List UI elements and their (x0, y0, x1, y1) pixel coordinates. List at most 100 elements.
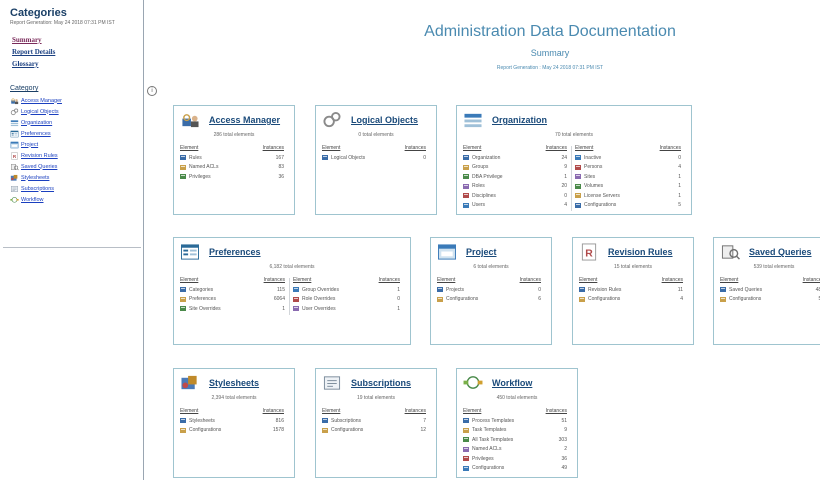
sidebar-item-workflow[interactable]: Workflow (10, 194, 62, 205)
element-icon (180, 164, 186, 170)
sidebar-item-stylesheets[interactable]: Stylesheets (10, 172, 62, 183)
element-count: 0 (678, 154, 681, 161)
table-row[interactable]: Configurations 49 (463, 464, 567, 474)
element-name: Configurations (472, 465, 505, 472)
element-icon (463, 202, 469, 208)
sidebar-item-label: Workflow (21, 196, 44, 203)
instances-column-header: Instances (519, 277, 541, 283)
table-row[interactable]: Roles 20 (463, 182, 567, 192)
info-icon[interactable]: i (147, 86, 157, 96)
sidebar-item-access-manager[interactable]: Access Manager (10, 95, 62, 106)
sidebar-item-project[interactable]: Project (10, 139, 62, 150)
element-icon (575, 202, 581, 208)
instances-column-header: Instances (404, 408, 426, 414)
table-row[interactable]: Privileges 36 (463, 454, 567, 464)
element-name: Inactive (584, 154, 602, 161)
table-row[interactable]: Group Overrides 1 (293, 285, 400, 295)
element-icon (437, 296, 443, 302)
sidebar-item-label: Saved Queries (21, 163, 58, 170)
element-column-header: Element (293, 277, 312, 283)
card-access-manager: Access Manager 286 total elements Element I… (173, 105, 295, 215)
element-name: Saved Queries (729, 286, 763, 293)
table-row[interactable]: Role Overrides 0 (293, 295, 400, 305)
element-icon (463, 418, 469, 424)
element-name: Group Overrides (302, 286, 339, 293)
instances-column-header: Instances (661, 277, 683, 283)
table-row[interactable]: Named ACLs 2 (463, 445, 567, 455)
table-row[interactable]: Projects 0 (437, 285, 541, 295)
category-heading: Category (10, 85, 39, 92)
element-column-header: Element (322, 145, 341, 151)
element-icon (463, 427, 469, 433)
card-title-link[interactable]: Access Manager (209, 115, 280, 125)
table-row[interactable]: Inactive 0 (575, 153, 681, 163)
table-row[interactable]: Configurations 1578 (180, 426, 284, 436)
element-column-header: Element (322, 408, 341, 414)
table-row[interactable]: Stylesheets 816 (180, 416, 284, 426)
table-header: Element Instances (180, 145, 284, 151)
table-row[interactable]: Privileges 36 (180, 172, 284, 182)
table-row[interactable]: Configurations 5 (575, 201, 681, 211)
element-name: Configurations (189, 427, 222, 434)
sidebar-item-subscriptions[interactable]: Subscriptions (10, 183, 62, 194)
card-title-link[interactable]: Saved Queries (749, 247, 812, 257)
total-elements: 6 total elements (473, 264, 509, 270)
table-row[interactable]: Organization 24 (463, 153, 567, 163)
table-row[interactable]: User Overrides 1 (293, 304, 400, 314)
glossary-link[interactable]: Glossary (12, 60, 38, 68)
table-row[interactable]: Site Overrides 1 (180, 304, 285, 314)
table-row[interactable]: Revision Rules 11 (579, 285, 683, 295)
total-elements: 286 total elements (213, 132, 255, 138)
table-row[interactable]: Volumes 1 (575, 182, 681, 192)
element-count: 489 (815, 286, 820, 293)
sidebar-item-revision-rules[interactable]: R Revision Rules (10, 150, 62, 161)
summary-link[interactable]: Summary (12, 36, 42, 44)
table-row[interactable]: Categories 115 (180, 285, 285, 295)
sidebar-item-label: Preferences (21, 130, 51, 137)
table-row[interactable]: Disciplines 0 (463, 191, 567, 201)
table-row[interactable]: Subscriptions 7 (322, 416, 426, 426)
report-details-link[interactable]: Report Details (12, 48, 55, 56)
card-title-link[interactable]: Logical Objects (351, 115, 418, 125)
table-row[interactable]: Configurations 4 (579, 295, 683, 305)
table-row[interactable]: Task Templates 9 (463, 426, 567, 436)
table-row[interactable]: Configurations50 (720, 295, 820, 305)
table-row[interactable]: Logical Objects 0 (322, 153, 426, 163)
element-name: Preferences (189, 296, 216, 303)
element-count: 1 (397, 286, 400, 293)
table-row[interactable]: Persons 4 (575, 163, 681, 173)
table-row[interactable]: Configurations 6 (437, 295, 541, 305)
table-row[interactable]: DBA Privilege 1 (463, 172, 567, 182)
saved-queries-icon (719, 243, 741, 261)
element-icon (575, 174, 581, 180)
sidebar-item-organization[interactable]: Organization (10, 117, 62, 128)
card-title-link[interactable]: Revision Rules (608, 247, 673, 257)
card-title-link[interactable]: Organization (492, 115, 547, 125)
table-row[interactable]: Rules 167 (180, 153, 284, 163)
sidebar-item-preferences[interactable]: Preferences (10, 128, 62, 139)
table-row[interactable]: Sites 1 (575, 172, 681, 182)
element-icon (575, 193, 581, 199)
table-row[interactable]: License Servers 1 (575, 191, 681, 201)
sidebar-item-saved-queries[interactable]: Saved Queries (10, 161, 62, 172)
element-icon (575, 155, 581, 161)
table-row[interactable]: All Task Templates 303 (463, 435, 567, 445)
card-title-link[interactable]: Stylesheets (209, 378, 259, 388)
element-name: Organization (472, 154, 501, 161)
table-row[interactable]: Users 4 (463, 201, 567, 211)
table-row[interactable]: Configurations 12 (322, 426, 426, 436)
table-row[interactable]: Named ACLs 83 (180, 163, 284, 173)
table-header: Element Instances (575, 145, 681, 151)
card-header: Logical Objects (321, 111, 418, 129)
table-row[interactable]: Saved Queries 489 (720, 285, 820, 295)
card-title-link[interactable]: Subscriptions (351, 378, 411, 388)
sidebar-item-logical-objects[interactable]: Logical Objects (10, 106, 62, 117)
element-icon (463, 164, 469, 170)
table-row[interactable]: Process Templates 51 (463, 416, 567, 426)
table-row[interactable]: Preferences 6064 (180, 295, 285, 305)
card-title-link[interactable]: Project (466, 247, 497, 257)
table-row[interactable]: Groups 9 (463, 163, 567, 173)
element-count: 1 (678, 192, 681, 199)
card-title-link[interactable]: Workflow (492, 378, 532, 388)
card-title-link[interactable]: Preferences (209, 247, 261, 257)
